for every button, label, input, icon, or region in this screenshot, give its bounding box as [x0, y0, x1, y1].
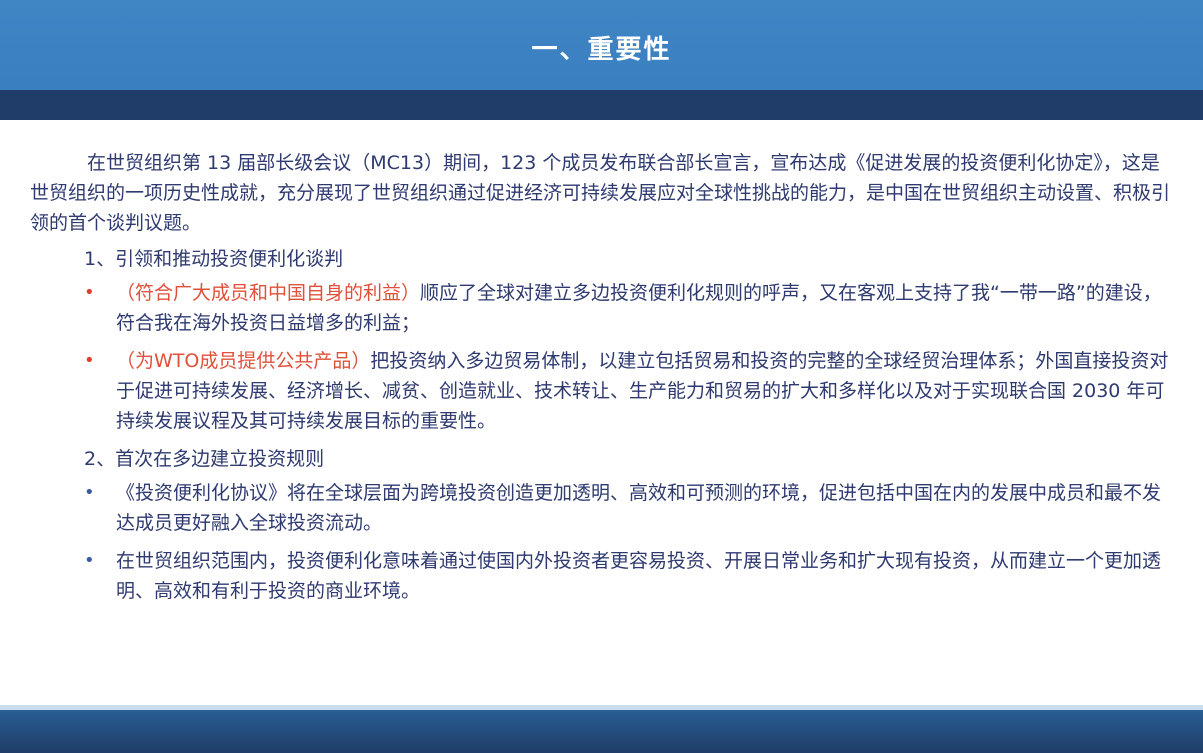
- slide-header: 一、重要性: [0, 0, 1203, 90]
- item-highlight: （符合广大成员和中国自身的利益）: [116, 282, 421, 304]
- item-text: 《投资便利化协议》将在全球层面为跨境投资创造更加透明、高效和可预测的环境，促进包…: [116, 482, 1162, 534]
- intro-paragraph: 在世贸组织第 13 届部长级会议（MC13）期间，123 个成员发布联合部长宣言…: [30, 152, 1171, 234]
- item-highlight: （为WTO成员提供公共产品）: [116, 350, 371, 372]
- slide-footer: [0, 710, 1203, 753]
- bullet-icon: •: [84, 350, 95, 371]
- bullet-icon: •: [84, 282, 95, 303]
- list-item: • 在世贸组织范围内，投资便利化意味着通过使国内外投资者更容易投资、开展日常业务…: [84, 546, 1175, 606]
- list-item: • （符合广大成员和中国自身的利益）顺应了全球对建立多边投资便利化规则的呼声，又…: [84, 278, 1175, 338]
- bullet-icon: •: [84, 482, 95, 503]
- section-heading-2: 2、首次在多边建立投资规则: [84, 448, 325, 470]
- item-text: 在世贸组织范围内，投资便利化意味着通过使国内外投资者更容易投资、开展日常业务和扩…: [116, 550, 1162, 602]
- header-band: [0, 90, 1203, 120]
- section-heading-1: 1、引领和推动投资便利化谈判: [84, 248, 344, 270]
- slide-title: 一、重要性: [531, 34, 672, 65]
- slide-content: 在世贸组织第 13 届部长级会议（MC13）期间，123 个成员发布联合部长宣言…: [30, 148, 1175, 614]
- list-item: • （为WTO成员提供公共产品）把投资纳入多边贸易体制，以建立包括贸易和投资的完…: [84, 346, 1175, 436]
- bullet-icon: •: [84, 550, 95, 571]
- list-item: • 《投资便利化协议》将在全球层面为跨境投资创造更加透明、高效和可预测的环境，促…: [84, 478, 1175, 538]
